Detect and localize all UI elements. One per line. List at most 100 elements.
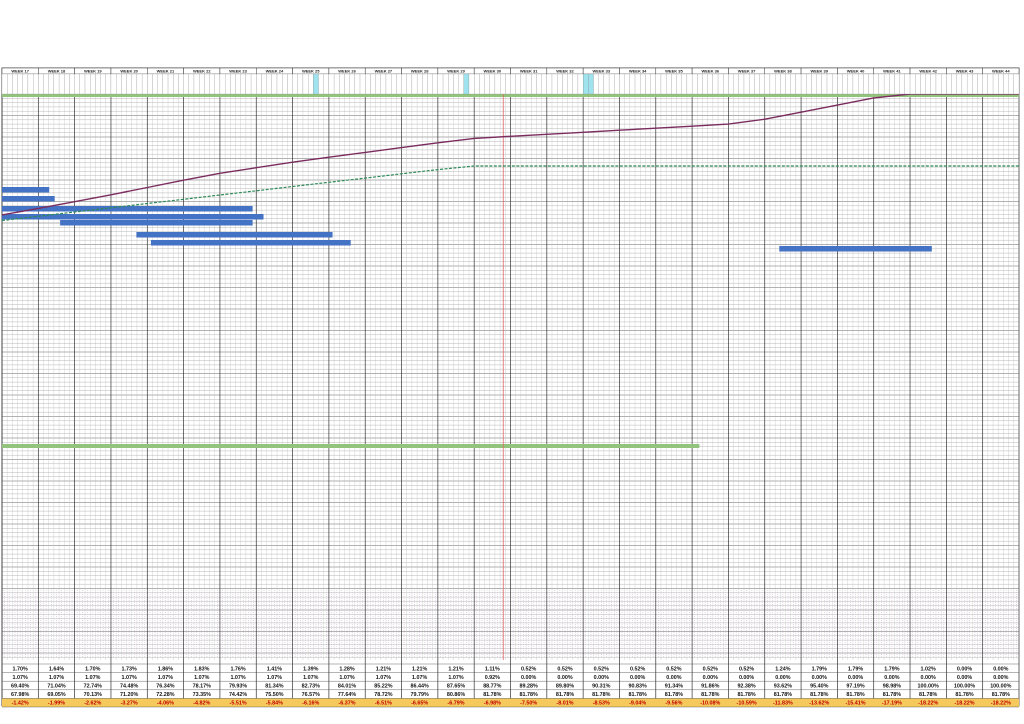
day-header-cell [141, 73, 148, 95]
week-label: WEEK 32 [556, 69, 574, 74]
day-header-cell [442, 73, 449, 95]
day-header-cell [567, 73, 573, 95]
summary-value-cumulative_actual: 81.78% [737, 692, 755, 698]
day-header-cell [105, 73, 112, 95]
day-header-cell [702, 73, 708, 95]
day-header-cell [474, 73, 480, 95]
day-header-cell [935, 73, 942, 95]
day-header-cell [717, 73, 724, 95]
week-label: WEEK 23 [229, 69, 247, 74]
day-header-cell [235, 73, 241, 95]
summary-value-cumulative_actual: 69.05% [47, 692, 65, 698]
day-header-cell [7, 73, 13, 95]
day-header-cell [391, 73, 397, 95]
day-header-cell [385, 73, 392, 95]
day-header-cell [785, 73, 791, 95]
week-label: WEEK 31 [520, 69, 538, 74]
summary-value-variance: -6.98% [484, 701, 501, 707]
summary-value-weekly_actual: 1.07% [412, 675, 427, 681]
summary-value-weekly_actual: 0.00% [521, 675, 536, 681]
day-header-cell [33, 73, 39, 95]
day-header-cell [359, 73, 366, 95]
summary-value-weekly_planned: 1.39% [303, 666, 318, 672]
summary-value-variance: -5.51% [230, 701, 247, 707]
summary-value-cumulative_planned: 90.83% [628, 684, 646, 690]
summary-value-cumulative_planned: 93.62% [774, 684, 792, 690]
week-label: WEEK 25 [302, 69, 320, 74]
day-header-cell [219, 73, 226, 95]
summary-value-weekly_planned: 0.52% [666, 666, 681, 672]
summary-value-cumulative_actual: 76.57% [302, 692, 320, 698]
week-label: WEEK 19 [84, 69, 102, 74]
day-header-cell [588, 73, 594, 95]
summary-value-cumulative_planned: 88.77% [483, 684, 501, 690]
summary-value-weekly_planned: 0.52% [703, 666, 718, 672]
summary-value-weekly_planned: 1.02% [921, 666, 936, 672]
summary-value-cumulative_planned: 98.98% [883, 684, 901, 690]
summary-value-weekly_planned: 0.52% [557, 666, 572, 672]
day-header-cell [941, 73, 947, 95]
day-header-cell [84, 73, 91, 95]
summary-value-variance: -18.22% [991, 701, 1011, 707]
summary-value-cumulative_actual: 81.78% [556, 692, 574, 698]
day-header-cell [152, 73, 158, 95]
day-header-cell [847, 73, 854, 95]
day-header-cell [686, 73, 693, 95]
day-header-cell [510, 73, 516, 95]
week-label: WEEK 33 [593, 69, 611, 74]
summary-value-weekly_planned: 1.79% [884, 666, 899, 672]
day-header-cell [920, 73, 926, 95]
day-header-cell [401, 73, 407, 95]
day-header-cell [697, 73, 703, 95]
day-header-cell [411, 73, 418, 95]
summary-value-cumulative_planned: 100.00% [954, 684, 975, 690]
day-header-cell [608, 73, 615, 95]
day-header-cell [380, 73, 387, 95]
task-bar-1 [2, 187, 50, 193]
summary-value-cumulative_actual: 67.98% [11, 692, 29, 698]
day-header-cell [505, 73, 511, 95]
day-header-cell [100, 73, 106, 95]
day-header-cell [38, 73, 44, 95]
summary-value-weekly_actual: 1.07% [339, 675, 354, 681]
day-header-cell [1, 73, 8, 95]
summary-value-weekly_planned: 1.21% [448, 666, 463, 672]
grid-layer [1, 67, 1020, 707]
day-header-cell [48, 73, 55, 95]
summary-value-cumulative_actual: 81.78% [483, 692, 501, 698]
summary-value-variance: -18.22% [918, 701, 938, 707]
milestone-green-band [2, 444, 700, 448]
day-header-cell [946, 73, 952, 95]
day-header-cell [769, 73, 776, 95]
day-header-cell [282, 73, 288, 95]
summary-value-cumulative_actual: 81.78% [774, 692, 792, 698]
week-label: WEEK 18 [48, 69, 66, 74]
summary-value-cumulative_planned: 78.17% [193, 684, 211, 690]
day-header-cell [370, 73, 376, 95]
summary-value-weekly_planned: 1.70% [13, 666, 28, 672]
day-header-cell [121, 73, 127, 95]
day-header-cell [977, 73, 983, 95]
week-label: WEEK 43 [956, 69, 974, 74]
summary-value-weekly_planned: 1.76% [230, 666, 245, 672]
week-label: WEEK 44 [992, 69, 1010, 74]
summary-value-weekly_actual: 0.00% [812, 675, 827, 681]
week-label: WEEK 24 [266, 69, 284, 74]
top-green-band [2, 94, 1019, 97]
summary-value-weekly_actual: 1.07% [448, 675, 463, 681]
summary-value-variance: -4.06% [157, 701, 174, 707]
summary-value-weekly_planned: 1.86% [158, 666, 173, 672]
day-header-cell [577, 73, 584, 95]
day-header-cell [764, 73, 771, 95]
day-header-cell [43, 73, 49, 95]
task-bar-8 [779, 246, 932, 252]
summary-value-weekly_actual: 1.07% [85, 675, 100, 681]
day-header-cell [167, 73, 174, 95]
day-header-cell [915, 73, 921, 95]
day-header-cell [188, 73, 195, 95]
summary-value-weekly_planned: 0.52% [630, 666, 645, 672]
day-header-cell [541, 73, 547, 95]
day-header-cell [826, 73, 833, 95]
day-header-cell [707, 73, 713, 95]
summary-value-variance: -4.82% [193, 701, 210, 707]
